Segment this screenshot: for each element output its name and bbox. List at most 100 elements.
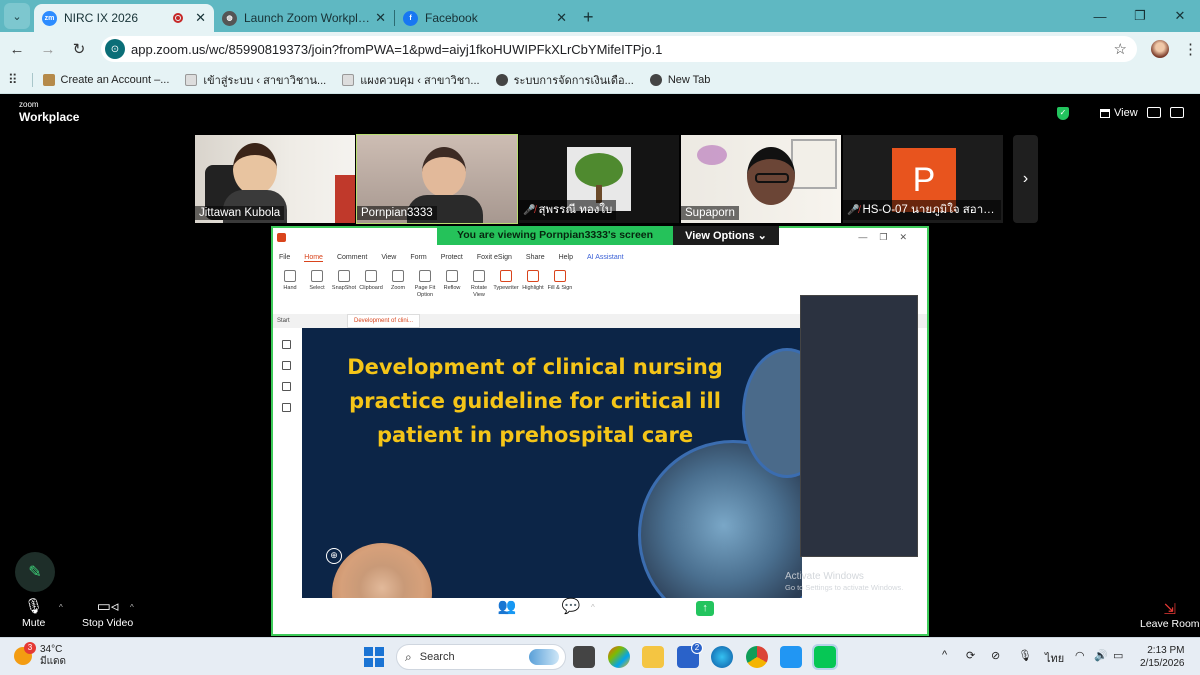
fullscreen-icon[interactable] bbox=[1170, 107, 1184, 118]
video-tile[interactable]: Jittawan Kubola bbox=[195, 135, 355, 223]
profile-avatar[interactable] bbox=[1151, 40, 1169, 58]
participants-label: Participants bbox=[482, 617, 537, 629]
mute-button[interactable]: 🎙 Mute bbox=[22, 597, 45, 629]
chrome-icon[interactable] bbox=[746, 646, 768, 668]
bookmark-label: ระบบการจัดการเงินเดือ... bbox=[513, 74, 634, 87]
tab-nirc[interactable]: zm NIRC IX 2026 ✕ bbox=[34, 4, 214, 32]
pdf-tool: Typewriter bbox=[493, 268, 519, 299]
reactions-button[interactable]: ♡ Reactions bbox=[613, 597, 660, 629]
bookmark-favicon bbox=[42, 73, 55, 86]
video-tile[interactable]: Supaporn bbox=[681, 135, 841, 223]
microphone-icon[interactable]: 🎙 bbox=[1018, 649, 1032, 662]
participant-name: 🎤̸ สุพรรณี ทองใบ bbox=[519, 200, 617, 220]
pdf-tool-label: Rotate View bbox=[470, 285, 488, 299]
stop-video-label: Stop Video bbox=[82, 617, 134, 629]
presentation-slide: Development of clinical nursing practice… bbox=[302, 328, 802, 598]
view-button[interactable]: View bbox=[1100, 107, 1138, 119]
restore-icon[interactable]: ❐ bbox=[1120, 0, 1160, 32]
reflow-icon bbox=[446, 270, 458, 282]
participants-button[interactable]: 👥7 Participants bbox=[482, 597, 537, 629]
back-icon[interactable]: ← bbox=[3, 41, 31, 58]
close-tab-icon[interactable]: ✕ bbox=[195, 10, 206, 26]
next-page-chevron-icon[interactable]: › bbox=[1013, 135, 1038, 223]
tab-title: Facebook bbox=[425, 11, 478, 25]
pip-icon[interactable] bbox=[1147, 107, 1161, 118]
site-info-icon[interactable]: ⊙ bbox=[105, 39, 125, 59]
browser-menu-icon[interactable]: ⋮ bbox=[1183, 40, 1198, 58]
language-indicator[interactable]: ไทย bbox=[1045, 649, 1064, 667]
shelf-shape bbox=[791, 139, 837, 189]
taskbar-search[interactable]: ⌕ Search bbox=[396, 644, 566, 670]
window-controls: — ❐ ✕ bbox=[1080, 0, 1200, 32]
leave-room-icon: ⇲ bbox=[1163, 601, 1177, 618]
weather-desc: มีแดด bbox=[40, 656, 67, 667]
tab-facebook[interactable]: f Facebook ✕ bbox=[395, 4, 575, 32]
weather-text: 34°C มีแดด bbox=[40, 644, 66, 668]
participant-name: Pornpian3333 bbox=[357, 206, 437, 220]
volume-icon[interactable]: 🔊 bbox=[1094, 649, 1108, 662]
snapshot-icon bbox=[338, 270, 350, 282]
annotate-pencil-icon[interactable]: ✎ bbox=[15, 552, 55, 592]
wifi-icon[interactable]: ◠ bbox=[1075, 649, 1085, 662]
forward-icon[interactable]: → bbox=[34, 41, 62, 58]
close-tab-icon[interactable]: ✕ bbox=[556, 10, 567, 26]
video-tile[interactable]: 🎤̸ สุพรรณี ทองใบ bbox=[519, 135, 679, 223]
video-tile-active-speaker[interactable]: Pornpian3333 bbox=[356, 134, 518, 224]
battery-icon[interactable]: ▭ bbox=[1113, 649, 1123, 662]
hand-icon bbox=[284, 270, 296, 282]
bookmark-item[interactable]: แผงควบคุม ‹ สาขาวิชา... bbox=[342, 71, 480, 89]
participant-name: 🎤̸ HS-O-07 นายภูมิใจ สอาด... bbox=[843, 200, 1001, 220]
store-icon[interactable]: 2 bbox=[677, 642, 703, 668]
taskbar-clock[interactable]: 2:13 PM 2/15/2026 bbox=[1140, 644, 1185, 670]
participant-name: Supaporn bbox=[681, 206, 739, 220]
bookmark-label: Create an Account –... bbox=[60, 73, 170, 86]
activate-subtitle: Go to Settings to activate Windows. bbox=[785, 583, 904, 592]
foxit-logo-icon bbox=[277, 233, 286, 242]
bookmark-star-icon[interactable]: ☆ bbox=[1114, 40, 1127, 58]
sync-icon[interactable]: ⟳ bbox=[966, 649, 975, 662]
windows-start-icon[interactable] bbox=[364, 647, 384, 667]
bookmark-favicon bbox=[342, 73, 355, 86]
leave-room-button[interactable]: ⇲ Leave Room bbox=[1140, 600, 1200, 630]
bookmark-item[interactable]: ระบบการจัดการเงินเดือ... bbox=[495, 71, 634, 89]
bookmark-item[interactable]: เข้าสู่ระบบ ‹ สาขาวิชาน... bbox=[185, 71, 326, 89]
chat-options-caret[interactable]: ^ bbox=[591, 603, 595, 612]
share-screen-button[interactable]: ↑ Share Screen bbox=[673, 597, 737, 629]
task-view-icon[interactable] bbox=[573, 646, 595, 668]
file-explorer-icon[interactable] bbox=[642, 646, 664, 668]
close-tab-icon[interactable]: ✕ bbox=[375, 10, 386, 26]
edge-icon[interactable] bbox=[711, 646, 733, 668]
chat-button[interactable]: 💬 Chat bbox=[560, 597, 582, 629]
line-icon[interactable] bbox=[812, 644, 838, 670]
menu-item: Protect bbox=[440, 254, 463, 261]
logo-bottom-text: Workplace bbox=[19, 110, 80, 124]
address-bar[interactable]: ⊙ app.zoom.us/wc/85990819373/join?fromPW… bbox=[101, 36, 1137, 62]
video-tile[interactable]: P 🎤̸ HS-O-07 นายภูมิใจ สอาด... bbox=[843, 135, 1003, 223]
bookmark-item[interactable]: Create an Account –... bbox=[42, 73, 170, 86]
copilot-icon[interactable] bbox=[608, 646, 630, 668]
minimize-icon[interactable]: — bbox=[1080, 0, 1120, 32]
mute-options-caret[interactable]: ^ bbox=[59, 603, 63, 612]
stop-video-button[interactable]: ▭◃ Stop Video bbox=[82, 597, 133, 629]
pdf-tool: Hand bbox=[277, 268, 303, 299]
tab-launch-zoom[interactable]: ◍ Launch Zoom Workplace app - ✕ bbox=[214, 4, 394, 32]
network-off-icon[interactable]: ⊘ bbox=[991, 649, 1000, 662]
new-tab-button[interactable]: + bbox=[583, 7, 594, 28]
share-banner: You are viewing Pornpian3333's screen Vi… bbox=[437, 226, 779, 245]
bookmark-item[interactable]: New Tab bbox=[649, 73, 710, 86]
menu-item: Home bbox=[304, 254, 323, 262]
tab-title: Launch Zoom Workplace app - bbox=[244, 11, 371, 25]
close-window-icon[interactable]: ✕ bbox=[1160, 0, 1200, 32]
mail-icon[interactable] bbox=[780, 646, 802, 668]
tray-overflow-icon[interactable]: ^ bbox=[942, 649, 947, 661]
menu-item: View bbox=[381, 254, 397, 261]
weather-widget[interactable]: 3 34°C มีแดด bbox=[14, 642, 66, 668]
encryption-shield-icon[interactable]: ✓ bbox=[1057, 107, 1069, 120]
microphone-icon: 🎙 bbox=[24, 598, 44, 615]
tab-search-button[interactable]: ⌄ bbox=[4, 3, 30, 29]
view-options-button[interactable]: View Options ⌄ bbox=[673, 226, 779, 245]
video-options-caret[interactable]: ^ bbox=[130, 603, 134, 612]
apps-grid-icon[interactable]: ⠿ bbox=[8, 72, 18, 88]
reload-icon[interactable]: ↻ bbox=[65, 40, 93, 58]
more-button[interactable]: ⋯ More bbox=[756, 597, 780, 629]
